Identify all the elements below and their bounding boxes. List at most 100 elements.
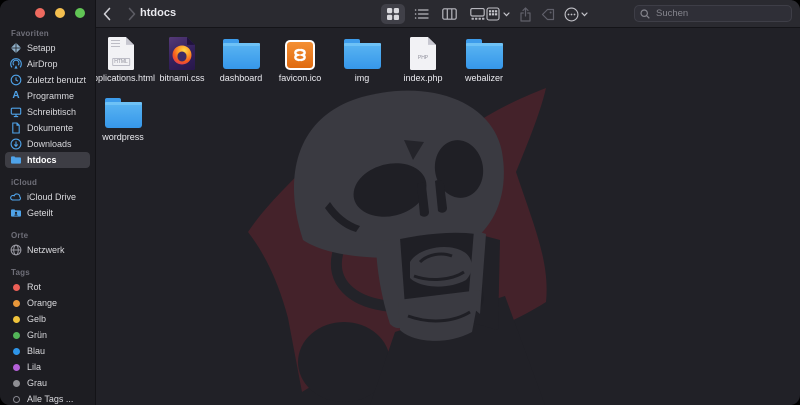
search-field — [634, 5, 792, 22]
file-bitnami-css[interactable]: bitnami.css — [149, 33, 215, 83]
back-button[interactable] — [99, 6, 115, 22]
sidebar-item-label: Rot — [27, 282, 42, 292]
folder-dashboard[interactable]: dashboard — [208, 33, 274, 83]
sidebar-item-alle-tags[interactable]: Alle Tags ... — [5, 391, 90, 405]
sidebar-item-tag-lila[interactable]: Lila — [5, 359, 90, 375]
folder-icon — [10, 154, 22, 166]
view-switcher — [381, 4, 489, 24]
sidebar-item-schreibtisch[interactable]: Schreibtisch — [5, 104, 90, 120]
tag-dot-orange — [12, 299, 20, 307]
tag-dot-yellow — [12, 315, 20, 323]
sidebar-item-label: Grau — [27, 378, 48, 388]
sidebar-item-htdocs[interactable]: htdocs — [5, 152, 90, 168]
sidebar-item-label: Zuletzt benutzt — [27, 75, 87, 85]
sidebar-item-label: Alle Tags ... — [27, 394, 74, 404]
sidebar-item-setapp[interactable]: Setapp — [5, 40, 90, 56]
globe-icon — [10, 244, 22, 256]
css-file-firefox-icon — [169, 37, 195, 70]
list-view-button[interactable] — [409, 4, 433, 24]
nav-buttons — [99, 0, 140, 28]
more-button[interactable] — [564, 7, 588, 22]
finder-window: Favoriten Setapp AirDrop Zuletzt benutzt… — [0, 0, 800, 405]
firefox-logo-icon — [172, 45, 192, 65]
sidebar-item-tag-blau[interactable]: Blau — [5, 343, 90, 359]
search-icon — [640, 8, 650, 19]
window-title: htdocs — [140, 7, 177, 19]
sidebar-item-icloud-drive[interactable]: iCloud Drive — [5, 189, 90, 205]
document-icon — [10, 122, 22, 134]
sidebar-item-label: Setapp — [27, 43, 56, 53]
tag-button[interactable] — [541, 8, 555, 21]
sidebar-item-tag-gruen[interactable]: Grün — [5, 327, 90, 343]
file-favicon-ico[interactable]: favicon.ico — [267, 33, 333, 83]
sidebar-item-downloads[interactable]: Downloads — [5, 136, 90, 152]
sidebar-item-label: Gelb — [27, 314, 47, 324]
folder-icon — [465, 39, 503, 69]
folder-img[interactable]: img — [329, 33, 395, 83]
sidebar-item-geteilt[interactable]: Geteilt — [5, 205, 90, 221]
airdrop-icon — [10, 58, 22, 70]
columns-view-button[interactable] — [437, 4, 461, 24]
share-button[interactable] — [519, 6, 532, 22]
section-header-tags: Tags — [11, 268, 30, 277]
sidebar-item-label: AirDrop — [27, 59, 58, 69]
file-name: img — [354, 73, 370, 83]
traffic-lights — [0, 0, 95, 26]
file-name: bitnami.css — [159, 73, 205, 83]
sidebar-item-label: Blau — [27, 346, 46, 356]
sidebar-item-programme[interactable]: A Programme — [5, 88, 90, 104]
folder-icon — [343, 39, 381, 69]
sidebar-item-airdrop[interactable]: AirDrop — [5, 56, 90, 72]
sidebar-item-dokumente[interactable]: Dokumente — [5, 120, 90, 136]
applications-icon: A — [12, 90, 20, 101]
file-name: index.php — [403, 73, 443, 83]
toolbar-actions — [486, 4, 597, 24]
zoom-button[interactable] — [75, 8, 85, 18]
downloads-icon — [10, 138, 22, 150]
sidebar-item-label: Downloads — [27, 139, 72, 149]
sidebar-item-label: Orange — [27, 298, 58, 308]
section-header-orte: Orte — [11, 231, 29, 240]
folder-icon — [104, 98, 142, 128]
tag-dot-red — [12, 283, 20, 291]
sidebar-item-tag-gelb[interactable]: Gelb — [5, 311, 90, 327]
file-name: favicon.ico — [278, 73, 322, 83]
grid-view-button[interactable] — [381, 4, 405, 24]
section-header-favoriten: Favoriten — [11, 29, 49, 38]
folder-wordpress[interactable]: wordpress — [90, 92, 156, 142]
sidebar-item-label: Schreibtisch — [27, 107, 77, 117]
sidebar-item-zuletzt-benutzt[interactable]: Zuletzt benutzt — [5, 72, 90, 88]
sidebar-item-netzwerk[interactable]: Netzwerk — [5, 242, 90, 258]
section-header-icloud: iCloud — [11, 178, 38, 187]
search-input[interactable] — [654, 7, 786, 20]
all-tags-icon — [12, 395, 20, 403]
sidebar-item-label: htdocs — [27, 155, 57, 165]
cloud-icon — [10, 191, 22, 203]
tag-dot-gray — [12, 379, 20, 387]
chevron-down-icon — [503, 11, 510, 16]
forward-button[interactable] — [124, 6, 140, 22]
sidebar-item-tag-grau[interactable]: Grau — [5, 375, 90, 391]
clock-icon — [10, 74, 22, 86]
group-button[interactable] — [486, 7, 510, 21]
sidebar-item-label: Netzwerk — [27, 245, 65, 255]
toolbar: htdocs — [96, 0, 800, 28]
file-name: wordpress — [102, 132, 144, 142]
file-index-php[interactable]: PHP index.php — [390, 33, 456, 83]
php-file-icon: PHP — [410, 37, 436, 70]
file-name: applications.html — [88, 73, 156, 83]
shared-folder-icon — [10, 207, 22, 219]
folder-webalizer[interactable]: webalizer — [451, 33, 517, 83]
file-applications-html[interactable]: HTML applications.html — [88, 33, 156, 83]
file-name: dashboard — [219, 73, 263, 83]
sidebar-item-tag-rot[interactable]: Rot — [5, 279, 90, 295]
file-name: webalizer — [464, 73, 504, 83]
sidebar-item-label: Grün — [27, 330, 48, 340]
sidebar-item-label: Lila — [27, 362, 42, 372]
chevron-down-icon — [581, 11, 588, 16]
sidebar-item-tag-orange[interactable]: Orange — [5, 295, 90, 311]
sidebar-item-label: Geteilt — [27, 208, 54, 218]
minimize-button[interactable] — [55, 8, 65, 18]
sidebar: Favoriten Setapp AirDrop Zuletzt benutzt… — [0, 0, 96, 405]
close-button[interactable] — [35, 8, 45, 18]
